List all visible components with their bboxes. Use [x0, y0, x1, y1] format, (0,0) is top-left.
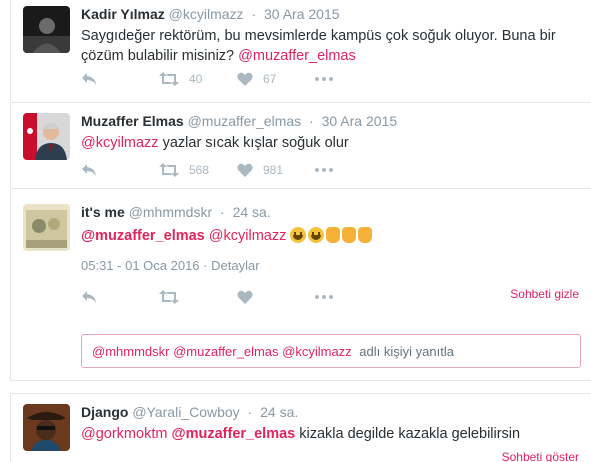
emoji-thumbs-up-icon — [342, 227, 357, 243]
mention-handle: @muzaffer_elmas — [81, 228, 205, 244]
focused-tweet[interactable]: it's me @mhmmdskr · 24 sa. @muzaffer_elm… — [10, 190, 591, 381]
tweet-time[interactable]: 30 Ara 2015 — [322, 113, 398, 129]
hide-conversation-link[interactable]: Sohbeti gizle — [510, 287, 579, 301]
details-link[interactable]: Detaylar — [211, 258, 259, 273]
author-name[interactable]: it's me — [81, 204, 125, 220]
more-icon — [315, 77, 333, 81]
mention-link[interactable]: @kcyilmazz — [209, 228, 287, 244]
mention-link[interactable]: @muzaffer_elmas — [238, 48, 356, 64]
tweet-text-body: yazlar sıcak kışlar soğuk olur — [162, 135, 349, 151]
like-count: 67 — [263, 72, 277, 86]
tweet-text: @muzaffer_elmas @kcyilmazz — [81, 226, 581, 246]
reply-button[interactable] — [81, 290, 159, 304]
retweet-icon — [159, 290, 179, 304]
tweet-timestamp[interactable]: 05:31 - 01 Oca 2016 — [81, 258, 200, 273]
like-icon — [237, 72, 253, 86]
tweet-time-dot: · — [220, 204, 225, 220]
reply-icon — [82, 291, 96, 303]
mention-link[interactable]: @muzaffer_elmas — [171, 426, 295, 442]
retweet-button[interactable]: 568 — [159, 163, 237, 177]
emoji-grin-icon — [290, 227, 307, 243]
tweet-time[interactable]: 24 sa. — [233, 204, 271, 220]
author-username[interactable]: @mhmmdskr — [129, 204, 212, 220]
retweet-button[interactable] — [159, 290, 237, 304]
author-name[interactable]: Muzaffer Elmas — [81, 113, 184, 129]
retweet-icon — [159, 72, 179, 86]
author-username[interactable]: @kcyilmazz — [169, 6, 244, 22]
tweet-time-dot: · — [309, 113, 314, 129]
more-button[interactable] — [315, 168, 393, 172]
tweet-text-line: çözüm bulabilir misiniz? — [81, 48, 235, 64]
avatar-muzaffer[interactable] — [23, 113, 70, 160]
tweet-django[interactable]: Django @Yarali_Cowboy · 24 sa. @gorkmokt… — [10, 393, 591, 462]
retweet-count: 568 — [189, 163, 210, 177]
tweet-text-body: kizakla degilde kazakla gelebilirsin — [299, 426, 521, 442]
tweet-time[interactable]: 30 Ara 2015 — [264, 6, 340, 22]
emoji-grin-icon — [308, 227, 325, 243]
like-count: 981 — [263, 163, 284, 177]
tweet-text: @gorkmoktm @muzaffer_elmas kizakla degil… — [81, 424, 581, 444]
reply-placeholder: adlı kişiyi yanıtla — [359, 344, 454, 359]
mention-link[interactable]: @muzaffer_elmas — [81, 228, 205, 244]
reply-input[interactable]: @mhmmdskr @muzaffer_elmas @kcyilmazz adl… — [81, 334, 581, 368]
like-button[interactable]: 67 — [237, 72, 315, 86]
more-icon — [315, 168, 333, 172]
like-icon — [237, 163, 253, 177]
tweet-kadir[interactable]: Kadir Yılmaz @kcyilmazz · 30 Ara 2015 Sa… — [10, 0, 591, 103]
mention-handle: @muzaffer_elmas — [171, 426, 296, 442]
author-name[interactable]: Django — [81, 404, 128, 420]
reply-button[interactable] — [81, 72, 159, 86]
meta-separator: · — [203, 258, 208, 273]
reply-button[interactable] — [81, 163, 159, 177]
tweet-text: @kcyilmazz yazlar sıcak kışlar soğuk olu… — [81, 133, 581, 153]
retweet-count: 40 — [189, 72, 203, 86]
avatar-django[interactable] — [23, 404, 70, 451]
author-name[interactable]: Kadir Yılmaz — [81, 6, 165, 22]
avatar-kadir[interactable] — [23, 6, 70, 53]
tweet-muzaffer[interactable]: Muzaffer Elmas @muzaffer_elmas · 30 Ara … — [10, 104, 591, 189]
show-conversation-link[interactable]: Sohbeti göster — [502, 450, 579, 462]
reply-icon — [82, 73, 96, 85]
tweet-time-dot: · — [251, 6, 257, 22]
reply-mentions: @mhmmdskr @muzaffer_elmas @kcyilmazz — [92, 344, 352, 359]
author-username[interactable]: @Yarali_Cowboy — [132, 404, 239, 420]
retweet-icon — [159, 163, 179, 177]
tweet-text-line: Saygıdeğer rektörüm, bu mevsimlerde kamp… — [81, 28, 556, 44]
more-button[interactable] — [315, 295, 393, 299]
more-icon — [315, 295, 333, 299]
retweet-button[interactable]: 40 — [159, 72, 237, 86]
mention-link[interactable]: @kcyilmazz — [81, 135, 159, 151]
tweet-time[interactable]: 24 sa. — [260, 404, 298, 420]
like-button[interactable]: 981 — [237, 163, 315, 177]
reply-icon — [82, 164, 96, 176]
emoji-fist-icon — [358, 227, 373, 243]
author-username[interactable]: @muzaffer_elmas — [188, 113, 302, 129]
more-button[interactable] — [315, 77, 393, 81]
tweet-text: Saygıdeğer rektörüm, bu mevsimlerde kamp… — [81, 26, 581, 66]
emoji-thumbs-up-icon — [326, 227, 341, 243]
mention-link[interactable]: @gorkmoktm — [81, 426, 167, 442]
like-button[interactable] — [237, 290, 315, 304]
like-icon — [237, 290, 253, 304]
tweet-time-dot: · — [247, 404, 253, 420]
avatar-its-me[interactable] — [23, 204, 70, 251]
